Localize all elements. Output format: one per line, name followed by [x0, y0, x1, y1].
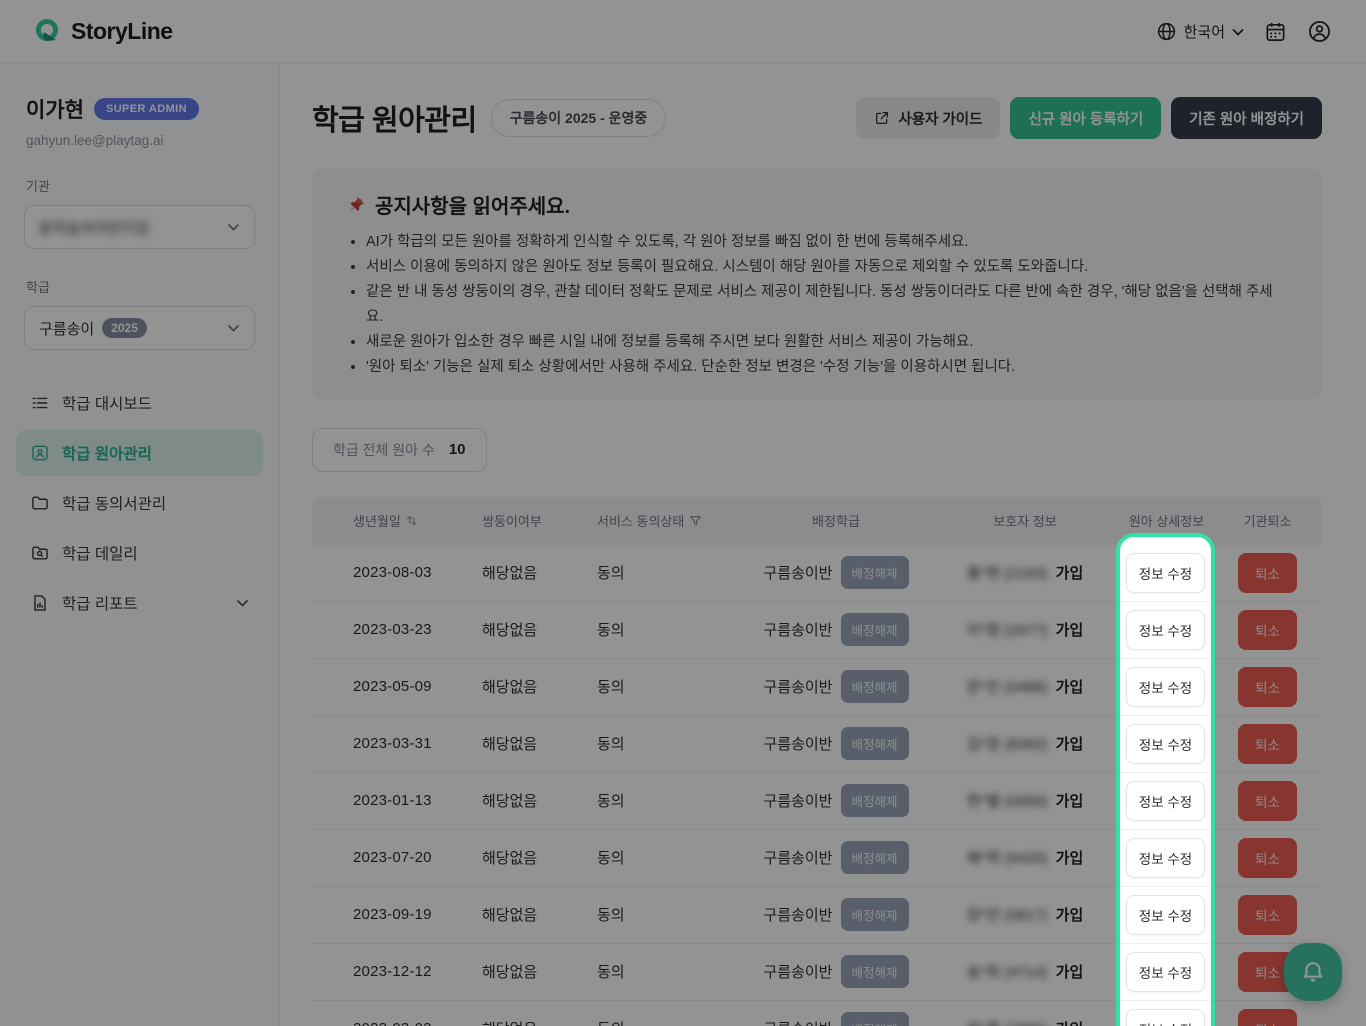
spotlight-row: 정보 수정 — [1120, 830, 1211, 887]
spotlight-row: 정보 수정 — [1120, 545, 1211, 602]
edit-info-button[interactable]: 정보 수정 — [1125, 951, 1206, 992]
tutorial-spotlight-edit-column: 정보 수정 정보 수정 정보 수정 정보 수정 정보 수정 정보 수정 정보 수정 정보 수정… — [1116, 532, 1215, 1026]
spotlight-row: 정보 수정 — [1120, 944, 1211, 1001]
spotlight-row: 정보 수정 — [1120, 1001, 1211, 1026]
spotlight-row: 정보 수정 — [1120, 659, 1211, 716]
edit-info-button[interactable]: 정보 수정 — [1125, 609, 1206, 650]
edit-info-button[interactable]: 정보 수정 — [1125, 894, 1206, 935]
spotlight-row: 정보 수정 — [1120, 716, 1211, 773]
edit-info-button[interactable]: 정보 수정 — [1125, 1008, 1206, 1026]
edit-info-button[interactable]: 정보 수정 — [1125, 723, 1206, 764]
spotlight-row: 정보 수정 — [1120, 773, 1211, 830]
edit-info-button[interactable]: 정보 수정 — [1125, 666, 1206, 707]
edit-info-button[interactable]: 정보 수정 — [1125, 552, 1206, 593]
spotlight-row: 정보 수정 — [1120, 887, 1211, 944]
edit-info-button[interactable]: 정보 수정 — [1125, 837, 1206, 878]
edit-info-button[interactable]: 정보 수정 — [1125, 780, 1206, 821]
spotlight-row: 정보 수정 — [1120, 602, 1211, 659]
